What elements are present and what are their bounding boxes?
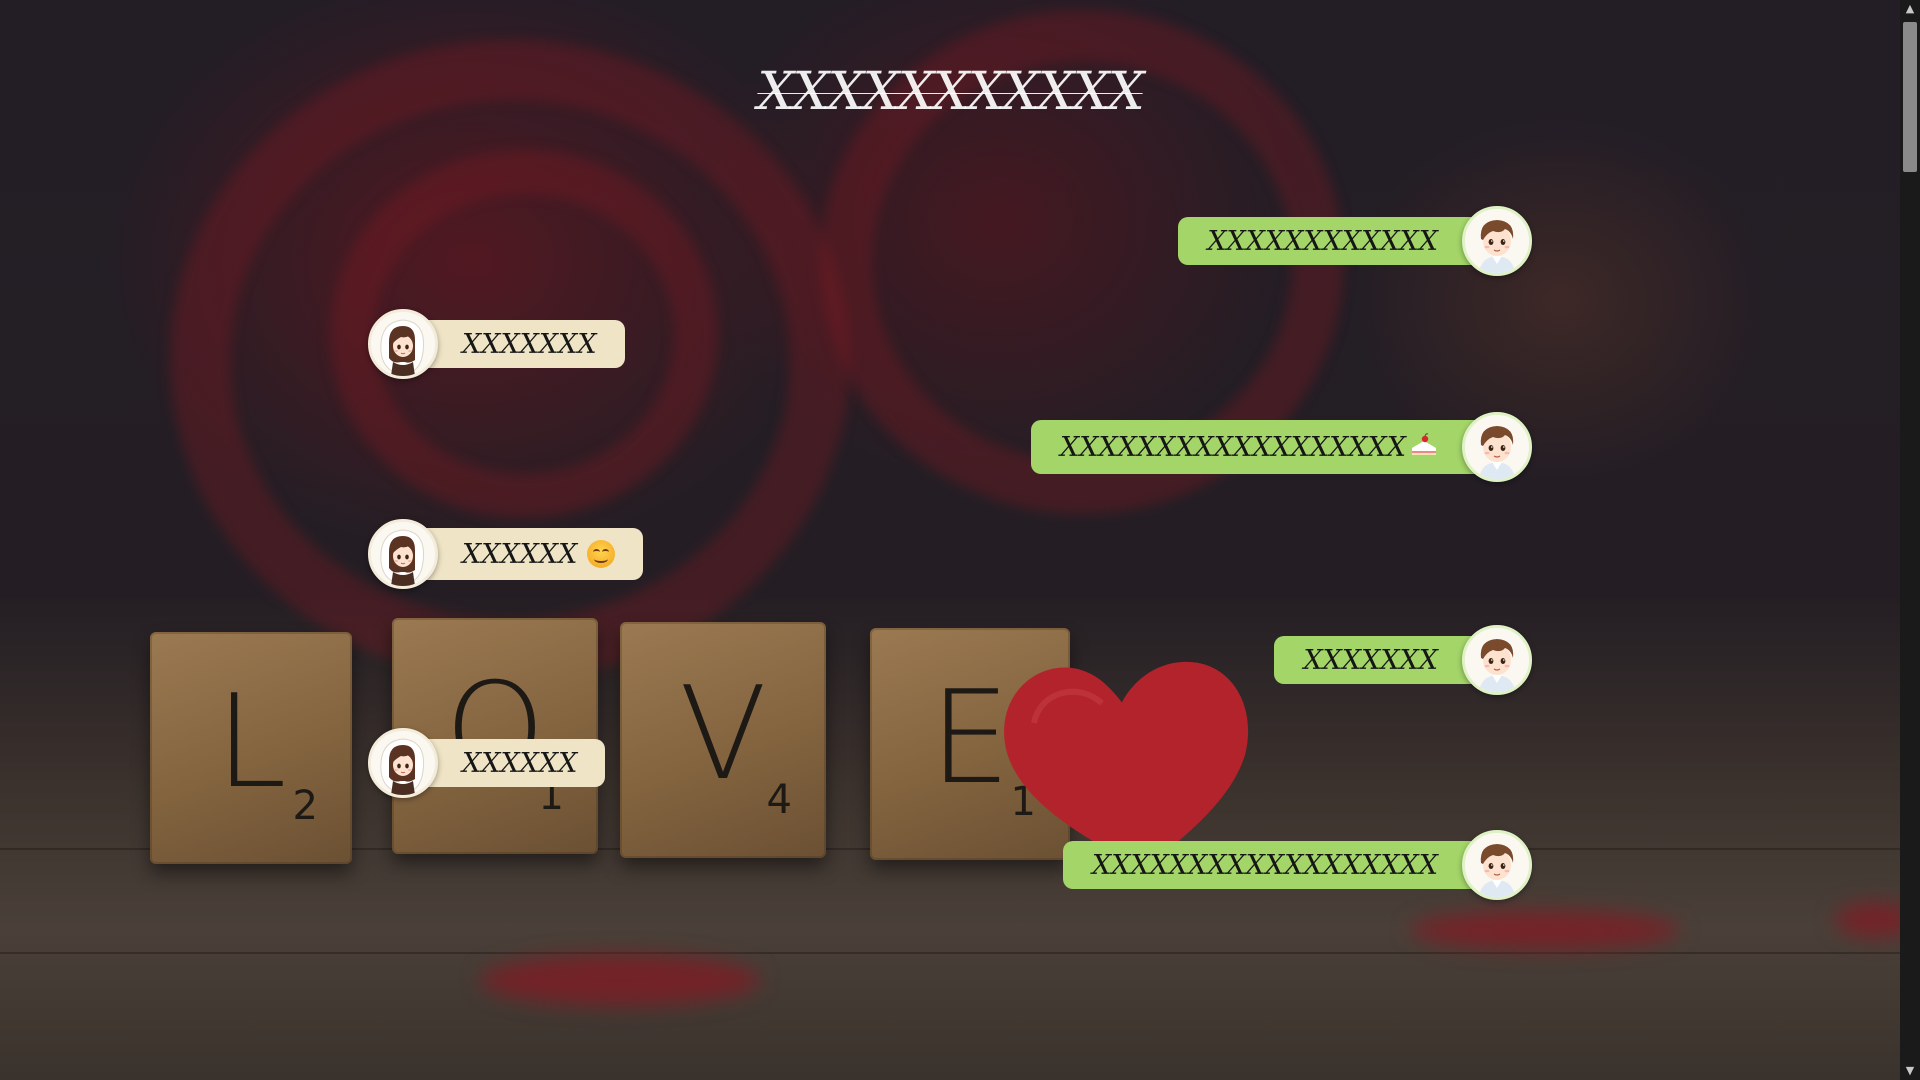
message-sent: XXXXXXX [1274, 625, 1532, 695]
message-text: XXXXXX [462, 747, 578, 779]
boy-avatar-icon[interactable] [1462, 830, 1532, 900]
scroll-up-arrow-icon[interactable]: ▲ [1900, 0, 1920, 18]
blurred-heart [1410, 910, 1680, 950]
message-text: XXXXXXXXXXXXXXXXXX [1092, 849, 1438, 881]
tile-score: 2 [292, 783, 318, 829]
message-bubble[interactable]: XXXXXXXXXXXX [1178, 217, 1478, 265]
tile-letter: L [215, 668, 287, 818]
girl-avatar-icon[interactable] [368, 728, 438, 798]
tile-score: 4 [766, 777, 792, 823]
tile-letter: V [679, 660, 767, 810]
chat-page: L 2 O 1 V 4 E 1 XXXXXXXXXXX XXXXXXXXXXXX [0, 0, 1920, 1080]
page-title: XXXXXXXXXXX [757, 62, 1144, 122]
message-received: XXXXXX [368, 519, 644, 589]
scroll-down-arrow-icon[interactable]: ▼ [1900, 1062, 1920, 1080]
cake-emoji-icon [1410, 433, 1438, 461]
letter-tile-v: V 4 [620, 622, 826, 858]
message-bubble[interactable]: XXXXXXX [1274, 636, 1478, 684]
scrollbar-thumb[interactable] [1903, 22, 1917, 172]
boy-avatar-icon[interactable] [1462, 206, 1532, 276]
message-text: XXXXXXXXXXXX [1207, 225, 1438, 257]
message-bubble[interactable]: XXXXXXXXXXXXXXXXXX [1031, 420, 1478, 474]
blurred-heart [480, 954, 760, 1006]
message-bubble[interactable]: XXXXXXXXXXXXXXXXXX [1063, 841, 1478, 889]
message-received: XXXXXXX [368, 309, 625, 379]
message-sent: XXXXXXXXXXXXXXXXXX [1031, 412, 1532, 482]
message-sent: XXXXXXXXXXXX [1178, 206, 1532, 276]
message-bubble[interactable]: XXXXXXX [422, 320, 625, 368]
message-sent: XXXXXXXXXXXXXXXXXX [1063, 830, 1532, 900]
girl-avatar-icon[interactable] [368, 519, 438, 589]
message-text: XXXXXXX [462, 328, 597, 360]
message-received: XXXXXX [368, 728, 606, 798]
vertical-scrollbar[interactable]: ▲ ▼ [1900, 0, 1920, 1080]
girl-avatar-icon[interactable] [368, 309, 438, 379]
message-bubble[interactable]: XXXXXX [422, 528, 644, 580]
boy-avatar-icon[interactable] [1462, 412, 1532, 482]
boy-avatar-icon[interactable] [1462, 625, 1532, 695]
message-text: XXXXXXX [1303, 644, 1438, 676]
message-bubble[interactable]: XXXXXX [422, 739, 606, 787]
message-text: XXXXXX [462, 538, 578, 570]
message-text: XXXXXXXXXXXXXXXXXX [1060, 431, 1406, 463]
letter-tile-l: L 2 [150, 632, 352, 864]
smiling-face-emoji-icon [587, 540, 616, 568]
